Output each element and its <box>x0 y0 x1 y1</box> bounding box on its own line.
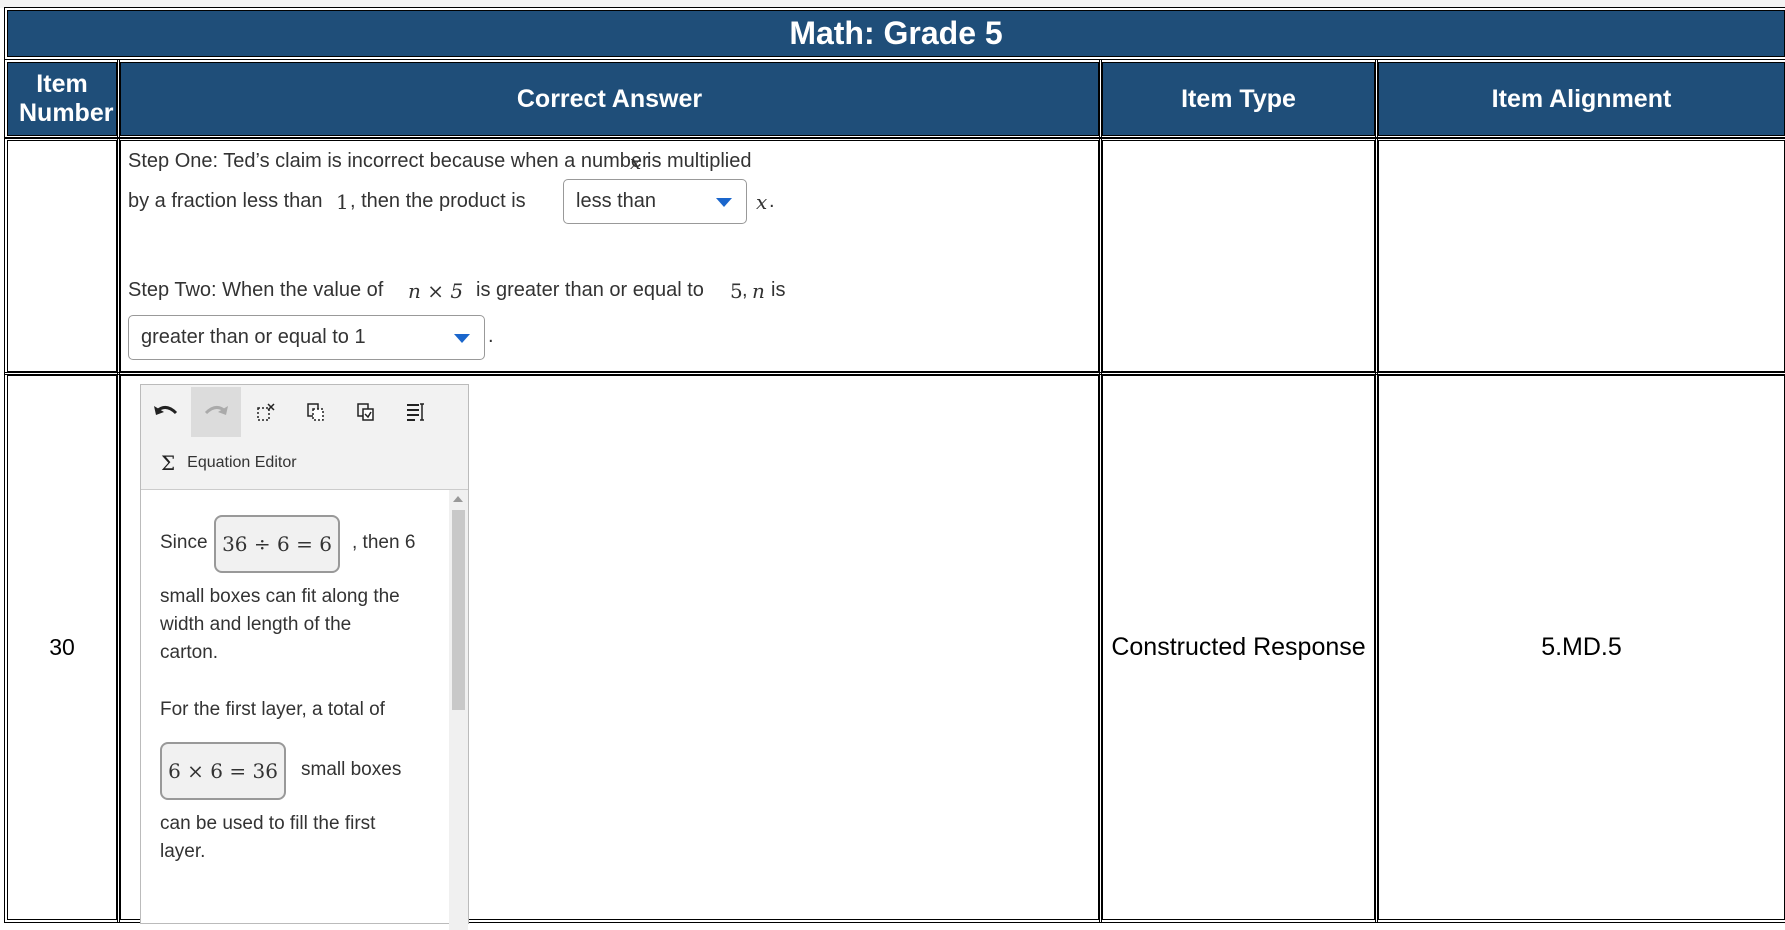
step-one-line1-b: is multiplied <box>647 150 752 172</box>
step-one-dropdown-value: less than <box>576 190 657 212</box>
chevron-down-icon <box>454 333 470 343</box>
cut-icon <box>257 403 275 421</box>
step-two-line1-a: Step Two: When the value of <box>128 279 384 301</box>
step-two-line2-end: . <box>488 325 494 347</box>
step-one-line1-a: Step One: Ted’s claim is incorrect becau… <box>128 150 649 172</box>
row1-item-number-cell <box>4 137 120 375</box>
step-two-line1-c: , <box>742 279 748 301</box>
chevron-down-icon <box>716 197 732 207</box>
step-one-line2-b: , then the product is <box>350 190 526 212</box>
row2-item-type: Constructed Response <box>1111 633 1366 661</box>
editor-p2-line3: can be used to fill the first <box>160 813 376 834</box>
row2-item-type-cell: Constructed Response <box>1099 372 1378 923</box>
editor-since-text: Since <box>160 532 208 553</box>
editor-scrollbar[interactable] <box>449 490 468 930</box>
paste-icon <box>357 403 374 421</box>
row1-item-alignment-cell <box>1375 137 1785 375</box>
scroll-up-icon[interactable] <box>453 496 463 502</box>
row2-item-alignment-cell: 5.MD.5 <box>1375 372 1785 923</box>
top-strip <box>0 0 1785 8</box>
step-one-line2-a: by a fraction less than <box>128 190 323 212</box>
editor-then-text: , then 6 <box>352 532 416 553</box>
undo-button[interactable] <box>141 387 191 437</box>
editor-p2-line1: For the first layer, a total of <box>160 699 385 720</box>
step-one-line1-var: x <box>630 150 642 174</box>
header-item-type-text: Item Type <box>1181 84 1296 113</box>
row2-item-alignment: 5.MD.5 <box>1541 633 1622 661</box>
equation-box-1[interactable]: 36 ÷ 6 = 6 <box>214 515 340 573</box>
row2-item-number-cell: 30 <box>4 372 120 923</box>
special-character-icon <box>407 403 424 421</box>
equation-editor-label: Equation Editor <box>187 454 297 471</box>
redo-icon <box>204 406 228 415</box>
step-two-dropdown[interactable]: greater than or equal to 1 <box>128 315 485 360</box>
editor-small-boxes-text: small boxes <box>301 759 402 780</box>
editor-content[interactable]: Since 36 ÷ 6 = 6 , then 6 small boxes ca… <box>141 490 448 930</box>
step-one-line2-end: . <box>769 190 775 212</box>
scrollbar-thumb[interactable] <box>452 510 465 710</box>
cut-button[interactable] <box>241 387 291 437</box>
header-correct-answer-text: Correct Answer <box>516 84 703 113</box>
header-correct-answer: Correct Answer <box>117 59 1102 139</box>
step-one-line2-num: 1 <box>336 190 349 214</box>
header-item-number-text: Item Number <box>19 70 114 127</box>
step-one-line2-var: x <box>756 190 768 214</box>
copy-button[interactable] <box>291 387 341 437</box>
equation-box-1-text: 36 ÷ 6 = 6 <box>222 532 332 556</box>
step-two-line1-num: 5 <box>730 279 743 303</box>
header-item-number: Item Number <box>4 59 120 139</box>
response-editor: Σ Equation Editor Since 36 ÷ 6 = 6 , the… <box>140 384 469 930</box>
step-two-line1-b: is greater than or equal to <box>476 279 704 301</box>
redo-button[interactable] <box>191 387 241 437</box>
step-two-line1-d: is <box>771 279 786 301</box>
step-two-dropdown-value: greater than or equal to 1 <box>141 326 366 348</box>
copy-icon <box>307 403 324 421</box>
header-item-type: Item Type <box>1099 59 1378 139</box>
undo-icon <box>154 406 178 415</box>
step-two-line1-expr: n × 5 <box>408 279 464 303</box>
table-title: Math: Grade 5 <box>4 7 1785 60</box>
equation-editor-button[interactable]: Σ Equation Editor <box>141 437 468 490</box>
row1-item-type-cell <box>1099 137 1378 375</box>
editor-p1-line4: carton. <box>160 642 219 663</box>
editor-toolbar <box>141 385 468 437</box>
answer-key-page: Math: Grade 5 Item Number Correct Answer… <box>0 0 1785 930</box>
header-item-alignment-text: Item Alignment <box>1491 84 1672 113</box>
equation-box-2-text: 6 × 6 = 36 <box>168 759 278 783</box>
special-character-button[interactable] <box>391 387 441 437</box>
step-two-line1-var: n <box>752 279 765 303</box>
row1-correct-answer-cell: Step One: Ted’s claim is incorrect becau… <box>117 137 1102 375</box>
row2-item-number: 30 <box>49 634 75 660</box>
header-item-alignment: Item Alignment <box>1375 59 1785 139</box>
sigma-icon: Σ <box>161 451 176 475</box>
equation-box-2[interactable]: 6 × 6 = 36 <box>160 742 286 800</box>
editor-p2-line4: layer. <box>160 841 206 862</box>
editor-p1-line2: small boxes can fit along the <box>160 586 400 607</box>
step-one-dropdown[interactable]: less than <box>563 179 747 224</box>
editor-p1-line3: width and length of the <box>160 614 352 635</box>
paste-button[interactable] <box>341 387 391 437</box>
table-title-text: Math: Grade 5 <box>789 15 1003 51</box>
